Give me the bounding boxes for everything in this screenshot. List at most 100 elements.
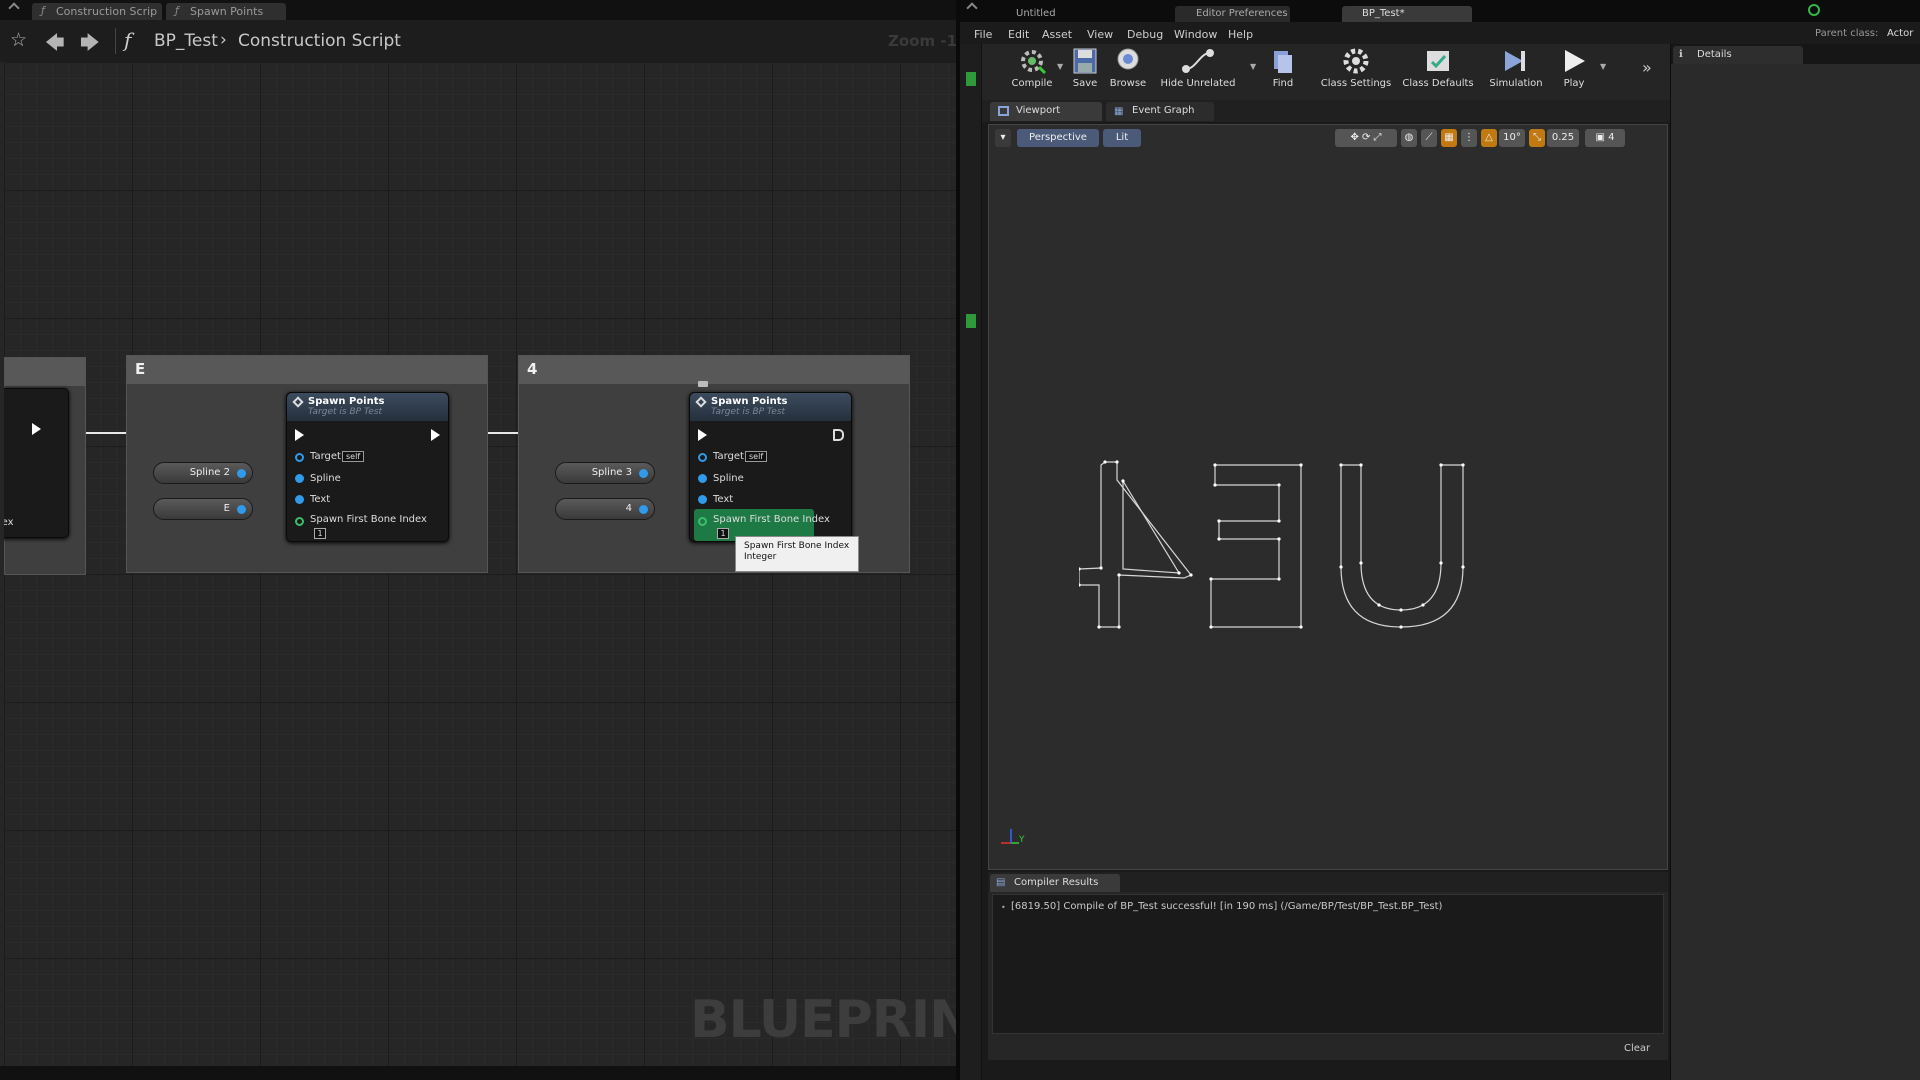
find-button[interactable]: Find [1267, 47, 1299, 89]
comment-header[interactable]: E [127, 356, 487, 384]
spline-pin[interactable] [295, 474, 304, 483]
simulation-button[interactable]: Simulation [1486, 47, 1546, 89]
star-icon[interactable]: ☆ [10, 29, 27, 51]
scale-snap-button[interactable]: ⤡ [1529, 129, 1545, 147]
spawn-points-node[interactable]: Spawn Points Target is BP Test Target se… [286, 392, 449, 542]
bone-index-pin[interactable] [295, 517, 304, 526]
node-header[interactable]: Spawn Points Target is BP Test [287, 393, 448, 421]
compile-options-chevron-icon[interactable]: ▼ [1057, 62, 1063, 71]
compile-button[interactable]: Compile [1010, 47, 1054, 89]
world-local-button[interactable]: ◍ [1401, 129, 1417, 147]
tab-event-graph[interactable]: ▦ Event Graph [1106, 102, 1214, 121]
tab-construction-script[interactable]: ƒ Construction Scrip [32, 3, 162, 20]
bone-index-input[interactable]: 1 [314, 528, 326, 539]
menu-help[interactable]: Help [1228, 28, 1253, 41]
text-pin[interactable] [295, 495, 304, 504]
exec-in-pin[interactable] [698, 429, 707, 441]
forward-arrow-icon[interactable]: 🡆 [80, 29, 100, 61]
variable-pin[interactable] [639, 505, 648, 514]
tab-bp-test[interactable]: BP_Test* [1362, 6, 1405, 22]
node-header[interactable]: Spawn Points Target is BP Test [690, 393, 851, 421]
target-pin[interactable] [295, 453, 304, 462]
variable-pin[interactable] [639, 469, 648, 478]
menu-view[interactable]: View [1087, 28, 1113, 41]
comment-header[interactable] [5, 358, 85, 386]
play-options-chevron-icon[interactable]: ▼ [1600, 62, 1606, 71]
button-label: 4 [1608, 132, 1615, 143]
grid-snap-button[interactable]: ▦ [1441, 129, 1457, 147]
self-value[interactable]: self [745, 451, 768, 462]
graph-canvas[interactable]: Index E Spawn Points Target is BP Test T… [4, 62, 956, 1066]
class-defaults-button[interactable]: Class Defaults [1400, 47, 1476, 89]
add-variable-icon[interactable] [966, 314, 976, 328]
tab-compiler-results[interactable]: ▤ Compiler Results [990, 874, 1120, 892]
exec-out-pin[interactable] [431, 429, 440, 441]
camera-speed-button[interactable]: ▣ 4 [1585, 129, 1625, 147]
bone-index-input[interactable]: 1 [717, 528, 729, 539]
menu-window[interactable]: Window [1174, 28, 1217, 41]
compile-success-message[interactable]: [6819.50] Compile of BP_Test successful!… [1011, 901, 1442, 912]
tab-viewport[interactable]: Viewport [990, 102, 1102, 121]
axis-gizmo [1001, 829, 1019, 844]
exec-out-pin[interactable] [32, 423, 41, 435]
variable-pin[interactable] [237, 505, 246, 514]
play-button[interactable]: Play [1554, 47, 1594, 89]
hide-unrelated-chevron-icon[interactable]: ▼ [1250, 62, 1256, 71]
e-text-variable[interactable]: E [153, 498, 253, 520]
menu-debug[interactable]: Debug [1127, 28, 1163, 41]
spline-2-variable[interactable]: Spline 2 [153, 462, 253, 484]
menu-file[interactable]: File [974, 28, 992, 41]
transform-tools-group[interactable]: ✥ ⟳ ⤢ [1335, 129, 1397, 147]
clear-button[interactable]: Clear [1624, 1043, 1650, 1054]
exec-in-pin[interactable] [295, 429, 304, 441]
browse-button[interactable]: Browse [1108, 47, 1148, 89]
comment-box-e[interactable]: E Spawn Points Target is BP Test Target … [126, 355, 488, 573]
comment-header[interactable]: 4 [519, 356, 909, 384]
source-control-icon[interactable] [1808, 4, 1820, 16]
toolbar-overflow-icon[interactable]: » [1642, 58, 1652, 77]
tab-details[interactable]: ℹ Details [1673, 46, 1803, 64]
variable-pin[interactable] [237, 469, 246, 478]
spline-text-mesh[interactable] [1079, 455, 1559, 675]
spawn-points-node[interactable]: Spawn Points Target is BP Test Target se… [689, 392, 852, 542]
breadcrumb-function[interactable]: Construction Script [238, 31, 401, 51]
exec-out-pin[interactable] [833, 429, 844, 441]
add-component-icon[interactable] [966, 72, 976, 86]
target-pin[interactable] [698, 453, 707, 462]
tab-spawn-points[interactable]: ƒ Spawn Points [166, 3, 286, 20]
pin-tooltip: Spawn First Bone Index Integer [735, 536, 859, 572]
save-button[interactable]: Save [1068, 47, 1102, 89]
details-content[interactable] [1671, 64, 1920, 1080]
comment-box-partial[interactable]: Index [4, 357, 86, 575]
tab-editor-preferences[interactable]: Editor Preferences [1196, 6, 1288, 22]
spawn-points-node-partial[interactable]: Index [4, 388, 69, 538]
back-arrow-icon[interactable]: 🡄 [45, 29, 65, 61]
breadcrumb-blueprint[interactable]: BP_Test [154, 31, 218, 51]
self-value[interactable]: self [342, 451, 365, 462]
scale-snap-value[interactable]: 0.25 [1547, 129, 1579, 147]
lit-button[interactable]: Lit [1103, 129, 1141, 147]
comment-bubble-icon[interactable] [698, 381, 708, 387]
perspective-button[interactable]: Perspective [1017, 129, 1099, 147]
class-settings-button[interactable]: Class Settings [1318, 47, 1394, 89]
tab-untitled[interactable]: Untitled [1016, 6, 1056, 22]
parent-class-value[interactable]: Actor [1887, 28, 1913, 39]
spline-pin[interactable] [698, 474, 707, 483]
text-pin[interactable] [698, 495, 707, 504]
tab-menu-icon[interactable] [966, 2, 978, 14]
spline-3-variable[interactable]: Spline 3 [555, 462, 655, 484]
grid-size-button[interactable]: ⋮ [1461, 129, 1477, 147]
surface-snap-button[interactable]: ⟋ [1421, 129, 1437, 147]
bone-index-pin[interactable] [698, 517, 707, 526]
angle-snap-button[interactable]: △ [1481, 129, 1497, 147]
viewport-options-button[interactable]: ▾ [995, 129, 1011, 147]
angle-snap-value[interactable]: 10° [1499, 129, 1525, 147]
compiler-log[interactable]: • [6819.50] Compile of BP_Test successfu… [992, 894, 1664, 1034]
four-text-variable[interactable]: 4 [555, 498, 655, 520]
variable-label: 4 [625, 503, 632, 514]
tab-menu-icon[interactable] [8, 2, 20, 14]
menu-asset[interactable]: Asset [1042, 28, 1072, 41]
menu-edit[interactable]: Edit [1008, 28, 1029, 41]
hide-unrelated-button[interactable]: Hide Unrelated [1160, 47, 1236, 89]
viewport-3d[interactable]: ▾ Perspective Lit ✥ ⟳ ⤢ ◍ ⟋ ▦ ⋮ △ 10° ⤡ … [988, 124, 1668, 870]
